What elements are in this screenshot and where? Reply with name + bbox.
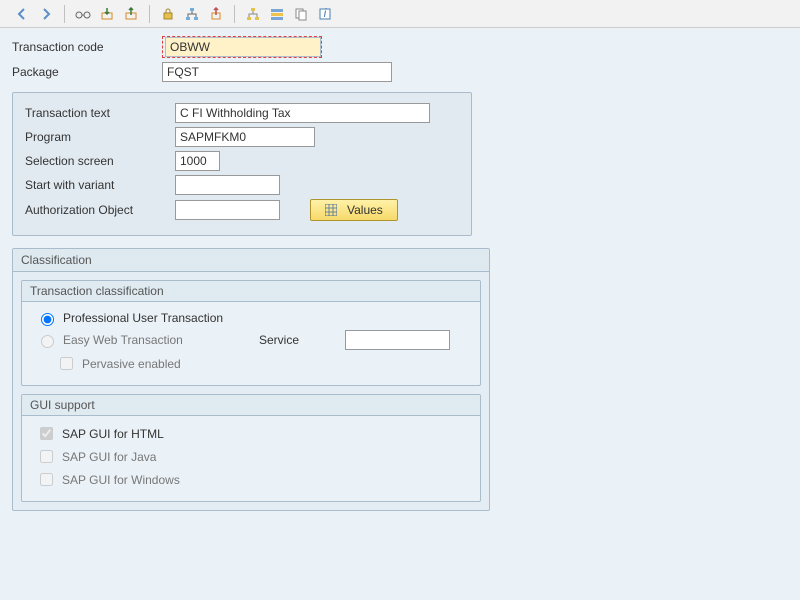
checkbox-pervasive[interactable]: Pervasive enabled: [56, 354, 472, 373]
radio-professional-input[interactable]: [41, 313, 54, 326]
grid-icon: [325, 204, 337, 216]
start-variant-input: [175, 175, 280, 195]
transaction-classification-group: Transaction classification Professional …: [21, 280, 481, 386]
program-input: [175, 127, 315, 147]
transaction-text-label: Transaction text: [25, 106, 175, 120]
content-area: Transaction code Package Transaction tex…: [0, 28, 800, 600]
radio-easy-web-label: Easy Web Transaction: [63, 333, 253, 347]
svg-text:i: i: [324, 7, 327, 20]
selection-screen-input: [175, 151, 220, 171]
app-toolbar: i: [0, 0, 800, 28]
forward-icon[interactable]: [36, 4, 56, 24]
txnclass-title: Transaction classification: [22, 281, 480, 302]
selection-screen-label: Selection screen: [25, 154, 175, 168]
checkbox-gui-html-input: [40, 427, 53, 440]
package-input: [162, 62, 392, 82]
glasses-icon[interactable]: [73, 4, 93, 24]
radio-easy-web[interactable]: Easy Web Transaction Service: [36, 330, 472, 350]
service-input: [345, 330, 450, 350]
checkbox-gui-java-label: SAP GUI for Java: [62, 450, 156, 464]
distribute-icon[interactable]: [182, 4, 202, 24]
transaction-text-input: [175, 103, 430, 123]
package-label: Package: [12, 65, 162, 79]
radio-easy-web-input: [41, 335, 54, 348]
values-button[interactable]: Values: [310, 199, 398, 221]
checkbox-gui-html-label: SAP GUI for HTML: [62, 427, 164, 441]
delete-icon[interactable]: [206, 4, 226, 24]
radio-professional-label: Professional User Transaction: [63, 311, 223, 325]
checkbox-gui-windows-label: SAP GUI for Windows: [62, 473, 180, 487]
gui-support-group: GUI support SAP GUI for HTML SAP GUI for…: [21, 394, 481, 502]
values-button-label: Values: [347, 203, 383, 217]
checkbox-gui-windows-input: [40, 473, 53, 486]
service-label: Service: [259, 333, 339, 347]
copy-icon[interactable]: [291, 4, 311, 24]
classification-panel: Classification Transaction classificatio…: [12, 248, 490, 511]
checkbox-gui-java-input: [40, 450, 53, 463]
radio-professional[interactable]: Professional User Transaction: [36, 310, 472, 326]
import-icon[interactable]: [97, 4, 117, 24]
back-icon[interactable]: [12, 4, 32, 24]
start-variant-label: Start with variant: [25, 178, 175, 192]
export-icon[interactable]: [121, 4, 141, 24]
transaction-code-label: Transaction code: [12, 40, 162, 54]
checkbox-gui-html[interactable]: SAP GUI for HTML: [36, 424, 472, 443]
general-panel: Transaction text Program Selection scree…: [12, 92, 472, 236]
auth-object-input: [175, 200, 280, 220]
checkbox-pervasive-label: Pervasive enabled: [82, 357, 181, 371]
checkbox-pervasive-input: [60, 357, 73, 370]
auth-object-label: Authorization Object: [25, 203, 175, 217]
gui-title: GUI support: [22, 395, 480, 416]
hierarchy-icon[interactable]: [243, 4, 263, 24]
transaction-code-input[interactable]: [165, 37, 321, 57]
lock-icon[interactable]: [158, 4, 178, 24]
info-icon[interactable]: i: [315, 4, 335, 24]
layout-icon[interactable]: [267, 4, 287, 24]
classification-title: Classification: [13, 249, 489, 272]
checkbox-gui-java[interactable]: SAP GUI for Java: [36, 447, 472, 466]
checkbox-gui-windows[interactable]: SAP GUI for Windows: [36, 470, 472, 489]
program-label: Program: [25, 130, 175, 144]
